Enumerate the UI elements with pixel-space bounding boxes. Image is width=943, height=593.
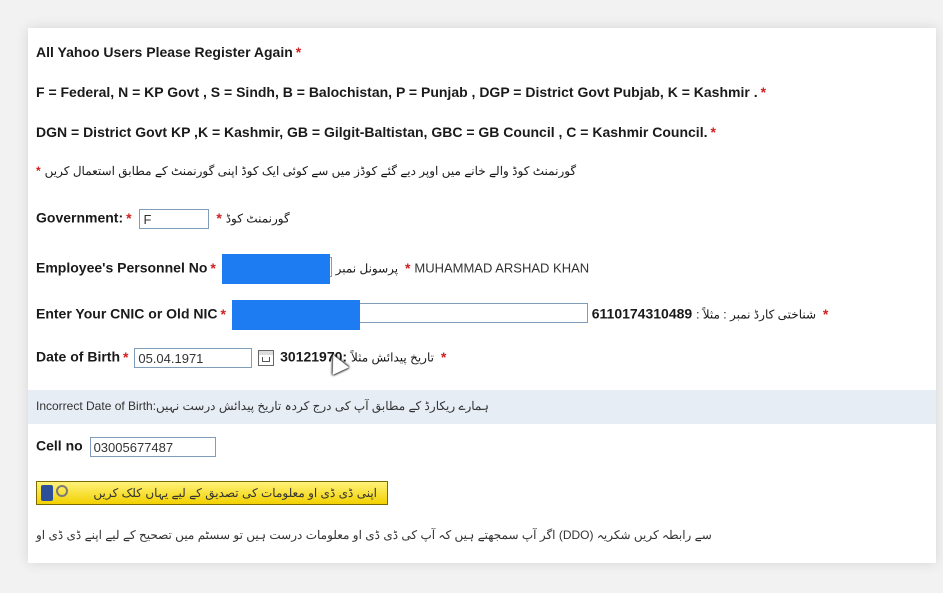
required-mark: *: [220, 305, 226, 322]
dob-urdu-label: تاریخ پیدائش مثلاً: [350, 350, 434, 365]
required-mark: *: [216, 209, 222, 226]
search-icon: [56, 485, 68, 497]
government-row: Government:* * گورنمنٹ کوڈ: [36, 209, 290, 229]
required-mark: *: [295, 44, 302, 60]
personnel-input-wrap: [221, 254, 332, 284]
employee-name: MUHAMMAD ARSHAD KHAN: [414, 260, 590, 276]
codes-line-2-text: DGN = District Govt KP ,K = Kashmir, GB …: [36, 124, 708, 140]
calendar-icon[interactable]: [258, 350, 275, 366]
verify-ddo-label: اپنی ڈی ڈی او معلومات کی تصدیق کے لیے یہ…: [93, 486, 377, 500]
codes-line-2: DGN = District Govt KP ,K = Kashmir, GB …: [36, 124, 716, 140]
dob-error-urdu: ہمارے ریکارڈ کے مطابق آپ کی درج کردہ تار…: [156, 399, 489, 413]
personnel-row: Employee's Personnel No * پرسونل نمبر * M…: [36, 254, 590, 284]
required-mark: *: [36, 164, 41, 178]
dob-label: Date of Birth: [36, 348, 120, 365]
personnel-label: Employee's Personnel No: [36, 259, 208, 276]
verify-ddo-button[interactable]: اپنی ڈی ڈی او معلومات کی تصدیق کے لیے یہ…: [36, 481, 388, 505]
dob-input[interactable]: [134, 348, 253, 368]
footer-note-text: سے رابطہ کریں شکریہ (DDO) اگر آپ سمجھتے …: [36, 528, 712, 542]
register-notice: All Yahoo Users Please Register Again *: [36, 44, 301, 60]
dob-error-text: Incorrect Date of Birth:: [36, 399, 157, 413]
codes-line-1: F = Federal, N = KP Govt , S = Sindh, B …: [36, 84, 766, 100]
required-mark: *: [710, 124, 716, 140]
redaction-box: [221, 254, 330, 284]
required-mark: *: [440, 348, 447, 365]
urdu-instruction-text: گورنمنٹ کوڈ والے خانے میں اوپر دیے گئے ک…: [44, 164, 577, 178]
dob-row: Date of Birth* 30121970: تاریخ پیدائش مث…: [36, 348, 446, 368]
required-mark: *: [822, 305, 829, 322]
required-mark: *: [126, 209, 132, 226]
personnel-urdu-label: پرسونل نمبر: [335, 261, 399, 276]
cnic-input-wrap: [231, 300, 588, 330]
government-code-input[interactable]: [139, 209, 210, 229]
button-cap-icon: [41, 485, 53, 501]
footer-note: سے رابطہ کریں شکریہ (DDO) اگر آپ سمجھتے …: [36, 528, 712, 542]
cell-label: Cell no: [36, 437, 83, 454]
required-mark: *: [405, 259, 411, 276]
government-urdu-label: گورنمنٹ کوڈ: [225, 211, 290, 226]
codes-line-1-text: F = Federal, N = KP Govt , S = Sindh, B …: [36, 84, 758, 100]
required-mark: *: [210, 259, 216, 276]
cell-input[interactable]: [89, 437, 216, 457]
urdu-instruction: * گورنمنٹ کوڈ والے خانے میں اوپر دیے گئے …: [36, 164, 576, 178]
cnic-row: Enter Your CNIC or Old NIC * 611017431048…: [36, 300, 829, 330]
register-notice-text: All Yahoo Users Please Register Again: [36, 44, 293, 60]
cnic-label: Enter Your CNIC or Old NIC: [36, 305, 218, 322]
cnic-example: 6110174310489: [591, 305, 693, 322]
required-mark: *: [123, 348, 129, 365]
cell-row: Cell no: [36, 437, 216, 457]
government-label: Government:: [36, 209, 124, 226]
redaction-box: [231, 300, 360, 330]
registration-panel: All Yahoo Users Please Register Again * F…: [28, 28, 936, 563]
dob-error-message: Incorrect Date of Birth:ہمارے ریکارڈ کے …: [36, 399, 489, 413]
required-mark: *: [760, 84, 767, 100]
cnic-urdu-label: شناختی کارڈ نمبر : مثلاً :: [696, 307, 817, 322]
